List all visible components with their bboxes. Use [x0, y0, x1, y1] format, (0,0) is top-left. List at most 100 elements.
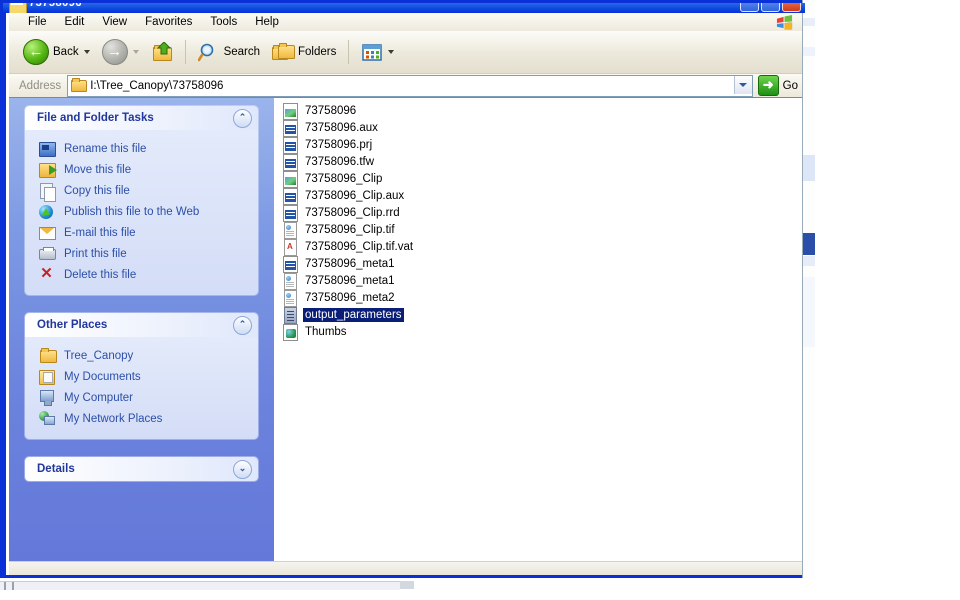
- forward-history-chevron-icon[interactable]: [132, 50, 139, 54]
- maximize-button[interactable]: [761, 3, 780, 12]
- list-item[interactable]: 73758096.tfw: [278, 153, 802, 171]
- back-button-label: Back: [53, 46, 79, 58]
- task-delete-this-file[interactable]: ✕ Delete this file: [25, 264, 258, 285]
- chevron-up-icon[interactable]: ⌃: [233, 108, 252, 128]
- forward-button[interactable]: →: [96, 36, 145, 68]
- file-name: 73758096_Clip.aux: [305, 189, 405, 202]
- explorer-window: File Edit View Favorites Tools Help ← Ba…: [0, 0, 805, 578]
- menu-item-tools[interactable]: Tools: [201, 15, 246, 29]
- panel-body: Tree_Canopy My Documents My Computer My …: [25, 337, 258, 439]
- task-copy-this-file[interactable]: Copy this file: [25, 180, 258, 202]
- desktop: File Edit View Favorites Tools Help ← Ba…: [0, 0, 960, 600]
- views-chevron-icon[interactable]: [388, 50, 395, 54]
- chevron-up-icon[interactable]: ⌃: [233, 315, 252, 335]
- taskbar-tray[interactable]: [400, 581, 414, 589]
- window-client-area: File Edit View Favorites Tools Help ← Ba…: [6, 3, 802, 575]
- go-button-label: Go: [782, 79, 798, 92]
- list-item[interactable]: 73758096: [278, 102, 802, 120]
- search-icon: [197, 43, 213, 62]
- image-file-icon: [282, 102, 298, 120]
- go-button[interactable]: ➜ Go: [753, 75, 802, 96]
- up-button[interactable]: [145, 36, 179, 68]
- document-file-icon: [282, 272, 298, 290]
- background-fragment: [803, 47, 815, 56]
- file-name: 73758096.tfw: [305, 155, 375, 168]
- panel-title: Other Places: [37, 319, 108, 331]
- list-item-selected[interactable]: output_parameters: [278, 306, 802, 324]
- list-item[interactable]: 73758096_meta1: [278, 255, 802, 273]
- file-name: 73758096_Clip.rrd: [305, 206, 400, 219]
- panel-body: Rename this file Move this file Copy thi…: [25, 130, 258, 295]
- file-list[interactable]: 73758096 73758096.aux 73758096.prj 73758…: [274, 98, 802, 561]
- my-network-places-icon: [39, 410, 56, 427]
- search-button[interactable]: Search: [192, 36, 266, 68]
- task-email-this-file[interactable]: E-mail this file: [25, 222, 258, 243]
- list-item[interactable]: 73758096_Clip.rrd: [278, 204, 802, 222]
- close-button[interactable]: [782, 3, 801, 12]
- panel-title: Details: [37, 463, 75, 475]
- my-computer-icon: [39, 389, 56, 406]
- address-label: Address: [19, 79, 62, 92]
- title-bar[interactable]: 73758096: [3, 3, 805, 13]
- list-item[interactable]: 73758096_Clip.aux: [278, 187, 802, 205]
- taskbar-button[interactable]: [4, 582, 6, 590]
- list-item[interactable]: Thumbs: [278, 323, 802, 341]
- taskbar-button[interactable]: [12, 582, 14, 590]
- panel-header[interactable]: File and Folder Tasks ⌃: [25, 106, 258, 130]
- spreadsheet-file-icon: [282, 255, 298, 273]
- place-my-computer[interactable]: My Computer: [25, 387, 258, 408]
- move-icon: [39, 162, 57, 178]
- place-tree-canopy[interactable]: Tree_Canopy: [25, 345, 258, 366]
- place-my-network-places[interactable]: My Network Places: [25, 408, 258, 429]
- menu-item-file[interactable]: File: [19, 15, 56, 29]
- address-dropdown-button[interactable]: [733, 75, 752, 94]
- place-my-documents[interactable]: My Documents: [25, 366, 258, 387]
- minimize-button[interactable]: [740, 3, 759, 12]
- back-button[interactable]: ← Back: [17, 36, 96, 68]
- list-item[interactable]: 73758096_Clip: [278, 170, 802, 188]
- delete-icon: ✕: [40, 264, 53, 282]
- task-publish-this-file-to-the-web[interactable]: Publish this file to the Web: [25, 201, 258, 222]
- task-print-this-file[interactable]: Print this file: [25, 243, 258, 264]
- background-window-sliver[interactable]: [802, 0, 815, 578]
- taskbar[interactable]: [0, 581, 400, 590]
- spreadsheet-file-icon: [282, 119, 298, 137]
- panel-title: File and Folder Tasks: [37, 112, 154, 124]
- list-item[interactable]: 73758096.aux: [278, 119, 802, 137]
- window-controls: [740, 3, 801, 12]
- file-name: 73758096_meta1: [305, 257, 395, 270]
- menu-item-help[interactable]: Help: [246, 15, 288, 29]
- back-history-chevron-icon[interactable]: [83, 50, 90, 54]
- toolbar-separator: [184, 40, 186, 64]
- place-label: My Documents: [64, 370, 141, 383]
- background-fragment: [803, 155, 815, 181]
- chevron-down-icon[interactable]: ⌄: [233, 459, 252, 479]
- place-label: My Computer: [64, 391, 134, 404]
- task-move-this-file[interactable]: Move this file: [25, 159, 258, 180]
- task-rename-this-file[interactable]: Rename this file: [25, 138, 258, 159]
- address-input[interactable]: I:\Tree_Canopy\73758096: [67, 74, 753, 97]
- list-item[interactable]: 73758096.prj: [278, 136, 802, 154]
- list-item[interactable]: 73758096_Clip.tif.vat: [278, 238, 802, 256]
- background-fragment: [803, 277, 815, 347]
- go-arrow-icon: ➜: [757, 75, 779, 96]
- file-name: 73758096.aux: [305, 121, 378, 134]
- place-label: Tree_Canopy: [64, 349, 134, 362]
- image-file-icon: [282, 170, 298, 188]
- menu-item-view[interactable]: View: [93, 15, 136, 29]
- up-folder-icon: [151, 42, 173, 62]
- menu-item-favorites[interactable]: Favorites: [136, 15, 201, 29]
- menu-item-edit[interactable]: Edit: [56, 15, 94, 29]
- list-item[interactable]: 73758096_meta2: [278, 289, 802, 307]
- background-fragment: [803, 233, 815, 255]
- print-icon: [39, 246, 56, 262]
- list-item[interactable]: 73758096_meta1: [278, 272, 802, 290]
- background-fragment: [803, 18, 815, 26]
- list-item[interactable]: 73758096_Clip.tif: [278, 221, 802, 239]
- email-icon: [39, 225, 56, 241]
- folders-button[interactable]: Folders: [266, 36, 342, 68]
- folders-button-label: Folders: [298, 46, 337, 58]
- panel-header[interactable]: Other Places ⌃: [25, 313, 258, 337]
- views-button[interactable]: [355, 36, 400, 68]
- panel-header[interactable]: Details ⌄: [25, 457, 258, 481]
